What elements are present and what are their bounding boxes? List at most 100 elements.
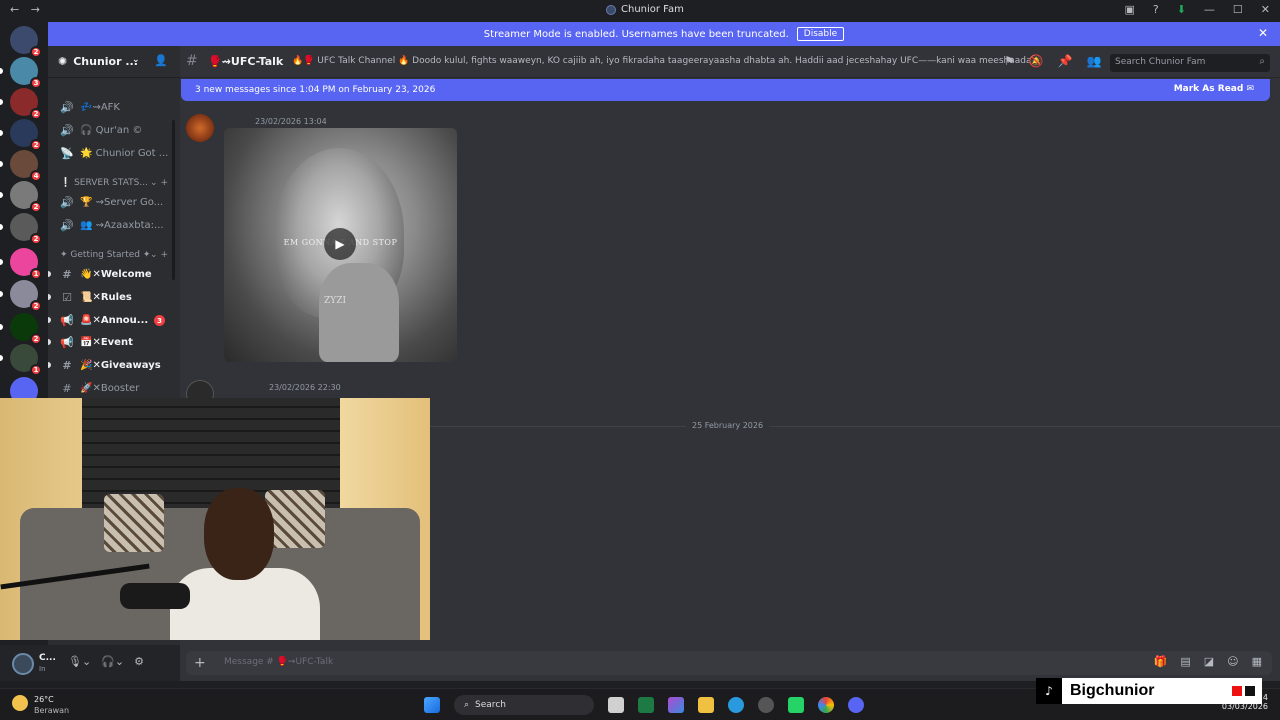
channel-item[interactable]: 🔊 💤⇝AFK	[58, 97, 176, 117]
copilot-icon[interactable]	[668, 697, 684, 713]
channel-label: 🚀✕Booster	[80, 382, 140, 394]
close-banner-icon[interactable]: ✕	[1258, 26, 1268, 40]
window-title-text: Chunior Fam	[621, 4, 684, 15]
video-attachment[interactable]: EM GONNA T AND STOP ZYZI ▶	[224, 128, 457, 362]
discord-icon[interactable]	[848, 697, 864, 713]
gear-icon[interactable]: ⚙	[134, 655, 144, 668]
server-icon[interactable]: 3	[10, 57, 42, 89]
server-badge: 2	[30, 46, 42, 58]
channel-label: 👥 ⇝Azaaxbta:...	[80, 219, 164, 231]
channel-type-icon: 📢	[60, 335, 74, 349]
guild-header[interactable]: ✺ Chunior ... ⌄ 👤	[48, 46, 180, 78]
channel-item[interactable]: # 👋✕Welcome	[58, 264, 176, 284]
hash-icon: #	[186, 53, 198, 69]
video-watermark: ZYZI	[324, 296, 347, 306]
task-view-icon[interactable]	[608, 697, 624, 713]
disable-streamer-button[interactable]: Disable	[796, 27, 845, 41]
server-icon[interactable]: 1	[10, 344, 42, 376]
download-icon[interactable]: ⬇	[1177, 3, 1186, 16]
tiktok-icon: ♪	[1036, 678, 1062, 704]
user-status: In	[39, 665, 46, 673]
channel-item[interactable]: # 🎉✕Giveaways	[58, 355, 176, 375]
whatsapp-icon[interactable]	[788, 697, 804, 713]
add-user-icon[interactable]: 👤	[154, 54, 168, 67]
file-explorer-icon[interactable]	[698, 697, 714, 713]
channel-item[interactable]: 📢 🚨✕Annou... 3	[58, 310, 176, 330]
excel-icon[interactable]	[638, 697, 654, 713]
headphones-icon[interactable]: 🎧⌄	[101, 655, 124, 668]
server-icon[interactable]: 2	[10, 213, 42, 245]
edge-icon[interactable]	[728, 697, 744, 713]
avatar[interactable]	[12, 653, 34, 675]
channel-item[interactable]: # 🚀✕Booster	[58, 378, 176, 398]
add-attachment-icon[interactable]: +	[194, 655, 206, 671]
unread-indicator	[48, 362, 51, 368]
gift-icon[interactable]: 🎁	[1154, 655, 1168, 668]
play-icon[interactable]: ▶	[324, 228, 356, 260]
channel-label: 👋✕Welcome	[80, 268, 152, 280]
server-icon[interactable]: 2	[10, 313, 42, 345]
emoji-icon[interactable]: ☺	[1227, 655, 1238, 668]
gif-icon[interactable]: ▤	[1180, 655, 1190, 668]
create-channel-icon[interactable]: ⌄ +	[150, 250, 168, 260]
date-divider-text: 25 February 2026	[686, 421, 770, 430]
channel-label: 🎧 Qur'an ©	[80, 124, 143, 136]
channel-item[interactable]: 🔊 🎧 Qur'an ©	[58, 120, 176, 140]
channel-label: 💤⇝AFK	[80, 101, 120, 113]
sticker-icon[interactable]: ◪	[1204, 655, 1214, 668]
channel-category[interactable]: ❕ SERVER STATS... ⌄ +	[60, 178, 168, 188]
close-window-button[interactable]: ✕	[1261, 3, 1270, 16]
message-input[interactable]	[186, 651, 1272, 675]
mute-icon[interactable]: 🔕	[1029, 54, 1044, 68]
channel-item[interactable]: 📢 📅✕Event	[58, 332, 176, 352]
new-messages-bar[interactable]: 3 new messages since 1:04 PM on February…	[181, 79, 1270, 101]
server-icon	[606, 4, 616, 15]
server-icon[interactable]: 2	[10, 26, 42, 58]
streamer-mode-text: Streamer Mode is enabled. Usernames have…	[483, 28, 789, 40]
chrome-icon[interactable]	[818, 697, 834, 713]
pin-icon[interactable]: 📌	[1058, 54, 1073, 68]
taskbar-search[interactable]: ⌕ Search	[454, 695, 594, 715]
category-label: ❕ SERVER STATS...	[60, 178, 148, 188]
user-name[interactable]: C...	[39, 653, 56, 663]
microphone-icon[interactable]: 🎙⌄	[68, 655, 91, 668]
threads-icon[interactable]: ⚑	[1004, 54, 1015, 68]
channel-item[interactable]: 🔊 🏆 ⇝Server Go...	[58, 192, 176, 212]
channel-label: 🚨✕Annou...	[80, 314, 149, 326]
inbox-icon[interactable]: ▣	[1124, 3, 1134, 16]
channel-label: 📅✕Event	[80, 336, 133, 348]
start-icon[interactable]	[424, 697, 440, 713]
weather-condition: Berawan	[34, 706, 70, 715]
unread-pip	[0, 224, 3, 230]
server-icon[interactable]: 1	[10, 248, 42, 280]
red-square-icon	[1232, 686, 1242, 696]
unread-indicator	[48, 339, 51, 345]
channel-item[interactable]: 📡 🌟 Chunior Got ...	[58, 143, 176, 163]
maximize-button[interactable]: ☐	[1233, 3, 1243, 16]
server-icon[interactable]: 2	[10, 181, 42, 213]
search-input[interactable]: Search Chunior Fam ⌕	[1110, 54, 1270, 72]
channel-type-icon: 🔊	[60, 123, 74, 137]
channel-category[interactable]: ✦ Getting Started ✦ ⌄ +	[60, 250, 168, 260]
chevron-down-icon[interactable]: ⌄	[132, 55, 140, 65]
channel-item[interactable]: 🔊 👥 ⇝Azaaxbta:...	[58, 215, 176, 235]
sidebar-scrollbar[interactable]	[172, 120, 175, 280]
apps-icon[interactable]: ▦	[1252, 655, 1262, 668]
channel-topic[interactable]: 🔥🥊 UFC Talk Channel 🔥 Doodo kulul, fight…	[292, 56, 1035, 66]
server-icon[interactable]: 2	[10, 119, 42, 151]
server-icon[interactable]: 2	[10, 280, 42, 312]
pillow	[104, 494, 164, 552]
app-icon[interactable]	[758, 697, 774, 713]
server-icon[interactable]: 4	[10, 150, 42, 182]
help-icon[interactable]: ?	[1153, 3, 1159, 16]
channel-item[interactable]: ☑ 📜✕Rules	[58, 287, 176, 307]
unread-pip	[0, 324, 3, 330]
message-avatar[interactable]	[186, 114, 214, 142]
minimize-button[interactable]: —	[1204, 3, 1215, 16]
forward-button[interactable]: →	[31, 3, 40, 16]
mark-as-read-button[interactable]: Mark As Read ✉	[1174, 84, 1254, 94]
server-icon[interactable]: 2	[10, 88, 42, 120]
member-list-icon[interactable]: 👥	[1087, 54, 1102, 68]
create-channel-icon[interactable]: ⌄ +	[150, 178, 168, 188]
back-button[interactable]: ←	[10, 3, 19, 16]
